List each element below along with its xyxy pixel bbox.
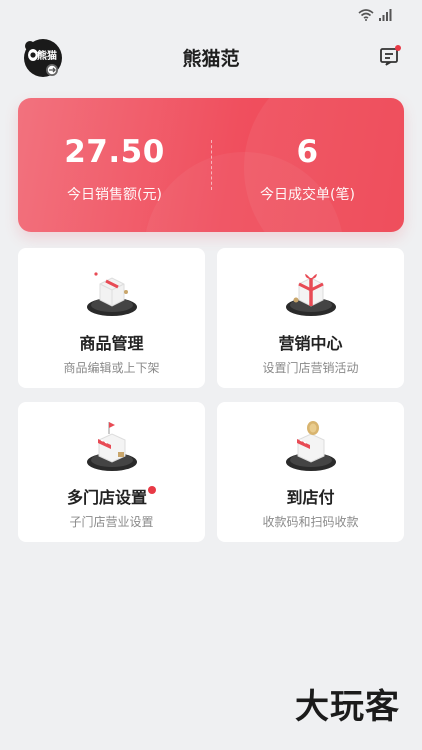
product-box-icon — [86, 272, 137, 316]
app-header: 熊猫 熊猫范 — [0, 30, 422, 85]
message-icon — [380, 45, 401, 66]
orders-stat: 6 今日成交单(笔) — [211, 132, 404, 204]
marketing-center-tile[interactable]: 营销中心 设置门店营销活动 — [217, 248, 404, 388]
watermark-logo: 大玩客 — [295, 687, 400, 727]
multi-store-icon — [86, 422, 137, 471]
multi-store-settings-tile[interactable]: 多门店设置 子门店营业设置 — [18, 402, 205, 542]
message-button[interactable] — [378, 44, 402, 68]
tile-subtitle: 收款码和扫码收款 — [262, 515, 359, 529]
store-payment-icon — [285, 421, 336, 471]
page-title: 熊猫范 — [182, 48, 240, 70]
tile-subtitle: 子门店营业设置 — [69, 515, 154, 529]
status-bar — [0, 0, 422, 30]
feature-grid: 商品管理 商品编辑或上下架 营销中心 设置门店营销活动 多门店设置 子门店营业设… — [18, 248, 404, 542]
new-badge-dot — [148, 486, 156, 494]
in-store-payment-tile[interactable]: 到店付 收款码和扫码收款 — [217, 402, 404, 542]
sales-value: 27.50 — [64, 134, 165, 170]
orders-value: 6 — [296, 134, 319, 170]
panda-logo-icon[interactable]: 熊猫 — [22, 37, 64, 79]
gift-box-icon — [285, 273, 336, 316]
sales-stat: 27.50 今日销售额(元) — [18, 132, 211, 204]
orders-label: 今日成交单(笔) — [260, 187, 355, 203]
sales-label: 今日销售额(元) — [67, 187, 162, 203]
tile-title: 商品管理 — [79, 334, 144, 353]
tile-subtitle: 设置门店营销活动 — [262, 361, 359, 375]
wifi-icon — [358, 9, 374, 21]
tile-subtitle: 商品编辑或上下架 — [63, 361, 160, 375]
logo-text: 熊猫 — [37, 51, 57, 62]
tile-title: 到店付 — [286, 488, 335, 507]
tile-title: 营销中心 — [278, 334, 343, 353]
product-management-tile[interactable]: 商品管理 商品编辑或上下架 — [18, 248, 205, 388]
today-stats-card: 27.50 今日销售额(元) 6 今日成交单(笔) — [18, 98, 404, 232]
signal-icon — [379, 9, 392, 21]
tile-title: 多门店设置 — [18, 484, 205, 508]
